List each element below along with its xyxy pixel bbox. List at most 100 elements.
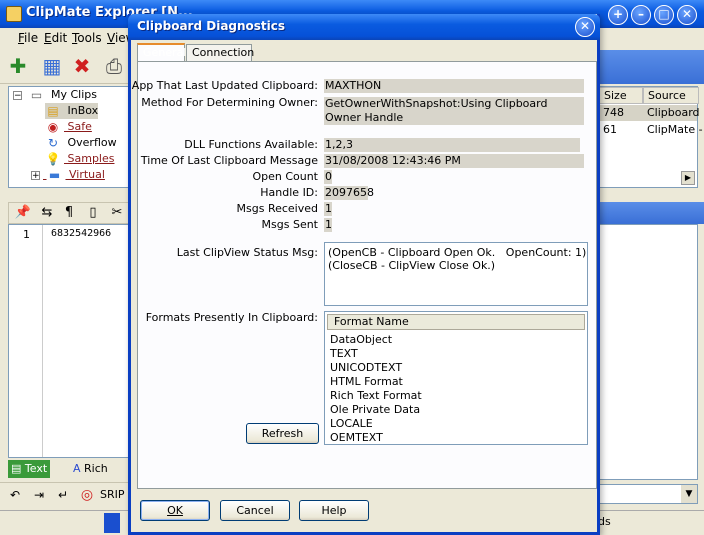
delete-icon[interactable]: ✖ xyxy=(70,54,94,78)
clip-toolbar: 📌 ⇆ ¶ ▯ ✂ xyxy=(8,202,130,224)
cut-icon[interactable]: ✂ xyxy=(105,203,129,223)
list-item[interactable]: Ole Private Data xyxy=(330,403,420,416)
clipmate-app-icon xyxy=(6,6,22,22)
tree-item-inbox[interactable]: ▤ InBox xyxy=(45,103,99,119)
collection-tree[interactable]: − ▭ My Clips ▤ InBox ◉ Safe ↻ Overflow 💡… xyxy=(8,86,130,188)
pin-icon[interactable]: 📌 xyxy=(11,203,35,223)
column-header-format-name[interactable]: Format Name xyxy=(327,314,585,330)
samples-icon: 💡 xyxy=(45,152,61,166)
clipboard-diagnostics-dialog: Clipboard Diagnostics ✕ General Connecti… xyxy=(128,14,600,535)
list-item[interactable]: OEMTEXT xyxy=(330,431,383,444)
dialog-title: Clipboard Diagnostics xyxy=(137,19,286,33)
msgs-sent-value: 1 xyxy=(324,218,332,232)
general-tab-panel: App That Last Updated Clipboard: MAXTHON… xyxy=(132,61,597,489)
cancel-button[interactable]: Cancel xyxy=(220,500,290,521)
status-line: (OpenCB - Clipboard Open Ok. OpenCount: … xyxy=(328,246,587,259)
clip-text-editor[interactable]: 1 6832542966 xyxy=(8,224,130,458)
status-msg-box[interactable]: (OpenCB - Clipboard Open Ok. OpenCount: … xyxy=(324,242,588,306)
tab-rich-text[interactable]: A Rich Tex xyxy=(70,460,130,493)
clip-list[interactable]: Size Source 748 Clipboard 61 ClipMate - … xyxy=(598,86,703,188)
wrap-icon[interactable]: ⇆ xyxy=(35,203,59,223)
folder-icon: ▬ xyxy=(48,168,61,182)
refresh-button[interactable]: Refresh xyxy=(246,423,319,444)
collapse-icon[interactable]: − xyxy=(13,90,22,100)
tree-item-overflow[interactable]: ↻ Overflow xyxy=(45,135,117,151)
open-count-value: 0 xyxy=(324,170,332,184)
drive-icon: ▭ xyxy=(30,88,43,102)
handle-id-label: Handle ID: xyxy=(260,186,318,199)
new-clip-icon[interactable]: ✚ xyxy=(6,54,30,78)
list-item[interactable]: TEXT xyxy=(330,347,358,360)
expand-icon[interactable]: + xyxy=(31,170,40,180)
right-combo[interactable]: ▼ xyxy=(598,484,698,504)
help-button[interactable]: Help xyxy=(299,500,369,521)
msgs-received-label: Msgs Received xyxy=(236,202,318,215)
dll-value: 1,2,3 xyxy=(324,138,580,152)
menu-file[interactable]: File xyxy=(18,31,38,45)
enter-icon[interactable]: ↵ xyxy=(54,486,72,504)
ok-button[interactable]: OK xyxy=(140,500,210,521)
bottom-toolbar: ↶ ⇥ ↵ ◎ SRIP xyxy=(0,482,130,512)
menu-tools[interactable]: Tools xyxy=(72,31,102,45)
right-preview-panel xyxy=(598,224,698,480)
tree-item-my-clips[interactable]: − ▭ My Clips xyxy=(13,87,97,103)
list-item[interactable]: DataObject xyxy=(330,333,392,346)
close-icon[interactable]: ✕ xyxy=(677,5,697,25)
formats-label: Formats Presently In Clipboard: xyxy=(145,311,318,324)
main-toolbar: ✚ ▦ ✖ ⎙ xyxy=(0,48,130,84)
status-msg-label: Last ClipView Status Msg: xyxy=(176,246,318,259)
clip-text: 6832542966 xyxy=(51,228,112,239)
handle-id-value: 2097658 xyxy=(324,186,374,200)
scroll-right-icon[interactable]: ▶ xyxy=(681,171,695,185)
tree-item-virtual[interactable]: + ▬ Virtual xyxy=(31,167,105,183)
chevron-down-icon[interactable]: ▼ xyxy=(681,485,697,503)
menu-edit[interactable]: Edit xyxy=(44,31,67,45)
add-icon[interactable]: + xyxy=(608,5,628,25)
status-line: (CloseCB - ClipView Close Ok.) xyxy=(328,259,496,272)
time-label: Time Of Last Clipboard Message xyxy=(140,154,318,167)
tree-item-safe[interactable]: ◉ Safe xyxy=(45,119,92,135)
list-item[interactable]: UNICODTEXT xyxy=(330,361,402,374)
list-row[interactable]: 748 Clipboard xyxy=(599,105,700,121)
tree-item-samples[interactable]: 💡 Samples xyxy=(45,151,115,167)
list-row[interactable]: 61 ClipMate - xyxy=(599,122,703,138)
paragraph-icon[interactable]: ¶ xyxy=(57,203,81,223)
layout-icon[interactable]: ▦ xyxy=(40,54,64,78)
maximize-icon[interactable]: □ xyxy=(654,5,674,25)
list-item[interactable]: Rich Text Format xyxy=(330,389,422,402)
tab-text[interactable]: ▤ Text xyxy=(8,460,51,478)
list-item[interactable]: LOCALE xyxy=(330,417,373,430)
time-value: 31/08/2008 12:43:46 PM xyxy=(324,154,584,168)
method-label: Method For Determining Owner: xyxy=(141,96,318,109)
tab-connection[interactable]: Connection xyxy=(186,44,254,62)
print-icon[interactable]: ⎙ xyxy=(102,54,126,78)
tab-general[interactable]: General xyxy=(137,43,186,62)
column-header-source[interactable]: Source xyxy=(643,87,699,104)
right-panel-header xyxy=(598,50,704,84)
overflow-icon: ↻ xyxy=(47,136,59,150)
page-icon[interactable]: ▯ xyxy=(81,203,105,223)
minimize-icon[interactable]: – xyxy=(631,5,651,25)
text-view-icon: ▤ xyxy=(11,462,22,475)
safe-icon: ◉ xyxy=(47,120,59,134)
line-number: 1 xyxy=(23,228,30,241)
status-indicator xyxy=(104,513,120,533)
right-panel-bar xyxy=(598,202,704,224)
dialog-button-row: OK Cancel Help xyxy=(131,492,597,532)
column-header-size[interactable]: Size xyxy=(599,87,643,104)
undo-icon[interactable]: ↶ xyxy=(6,486,24,504)
bottom-label: SRIP xyxy=(100,488,125,501)
inbox-icon: ▤ xyxy=(47,104,59,118)
view-tabs: ▤ Text A Rich Tex xyxy=(8,460,130,493)
forward-icon[interactable]: ⇥ xyxy=(30,486,48,504)
msgs-sent-label: Msgs Sent xyxy=(261,218,318,231)
app-value: MAXTHON xyxy=(324,79,584,93)
method-value: GetOwnerWithSnapshot:Using Clipboard Own… xyxy=(324,97,584,125)
formats-list[interactable]: Format Name DataObject TEXT UNICODTEXT H… xyxy=(324,311,588,445)
dialog-close-icon[interactable]: ✕ xyxy=(575,17,595,37)
dialog-titlebar[interactable]: Clipboard Diagnostics ✕ xyxy=(128,14,600,40)
target-icon[interactable]: ◎ xyxy=(78,486,96,504)
open-count-label: Open Count xyxy=(252,170,318,183)
rich-text-icon: A xyxy=(73,462,81,475)
list-item[interactable]: HTML Format xyxy=(330,375,403,388)
